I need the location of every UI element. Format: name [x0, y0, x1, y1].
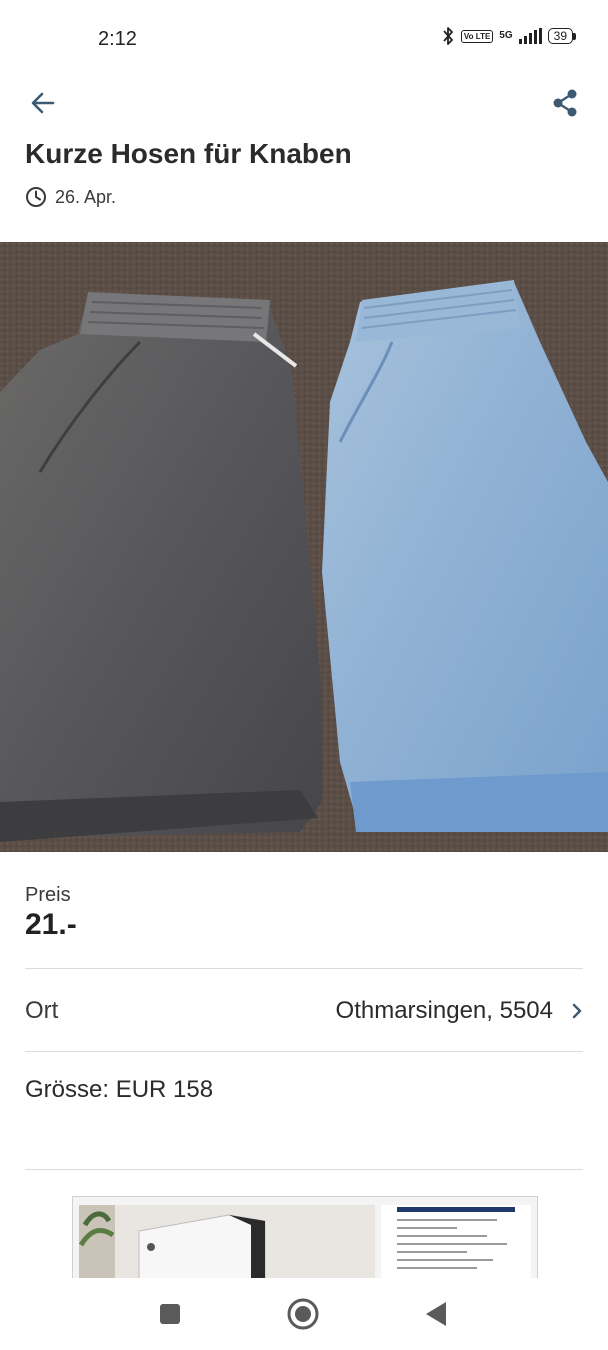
back-nav-button[interactable]	[418, 1296, 454, 1332]
recent-apps-button[interactable]	[152, 1296, 188, 1332]
listing-description: Grösse: EUR 158	[25, 1076, 214, 1103]
price-value: 21.-	[25, 908, 77, 941]
listing-title: Kurze Hosen für Knaben	[25, 138, 352, 169]
share-button[interactable]	[548, 86, 582, 120]
divider	[25, 1169, 583, 1170]
listing-date: 26. Apr.	[55, 186, 117, 207]
back-button[interactable]	[26, 86, 60, 120]
triangle-back-icon	[426, 1302, 446, 1326]
location-value: Othmarsingen, 5504	[335, 997, 553, 1024]
clock-icon	[26, 187, 46, 207]
battery-icon: 39	[547, 28, 576, 44]
location-label: Ort	[25, 997, 59, 1024]
related-listing-thumbnail[interactable]	[381, 1205, 531, 1279]
system-navigation-bar	[0, 1278, 608, 1350]
listing-date-row: 26. Apr.	[25, 186, 116, 208]
related-listing-thumbnail[interactable]	[79, 1205, 375, 1279]
listing-photo[interactable]	[0, 242, 608, 852]
divider	[25, 968, 583, 969]
home-circle-icon	[287, 1298, 319, 1330]
arrow-left-icon	[31, 92, 55, 114]
bluetooth-icon	[443, 27, 453, 45]
price-label: Preis	[25, 884, 71, 906]
status-time: 2:12	[98, 28, 137, 50]
status-bar: 2:12 Vo LTE 5G 39	[0, 0, 608, 80]
home-button[interactable]	[285, 1296, 321, 1332]
network-type: 5G	[499, 30, 513, 41]
status-icons: Vo LTE 5G 39	[441, 26, 576, 46]
divider	[25, 1051, 583, 1052]
related-listings-carousel[interactable]	[72, 1196, 538, 1279]
volte-indicator: Vo LTE	[460, 29, 494, 43]
share-icon	[553, 89, 577, 117]
signal-icon	[518, 28, 542, 44]
chevron-right-icon	[571, 1002, 583, 1020]
battery-level: 39	[547, 28, 573, 44]
location-row[interactable]: Ort Othmarsingen, 5504	[25, 990, 583, 1032]
square-icon	[160, 1304, 180, 1324]
